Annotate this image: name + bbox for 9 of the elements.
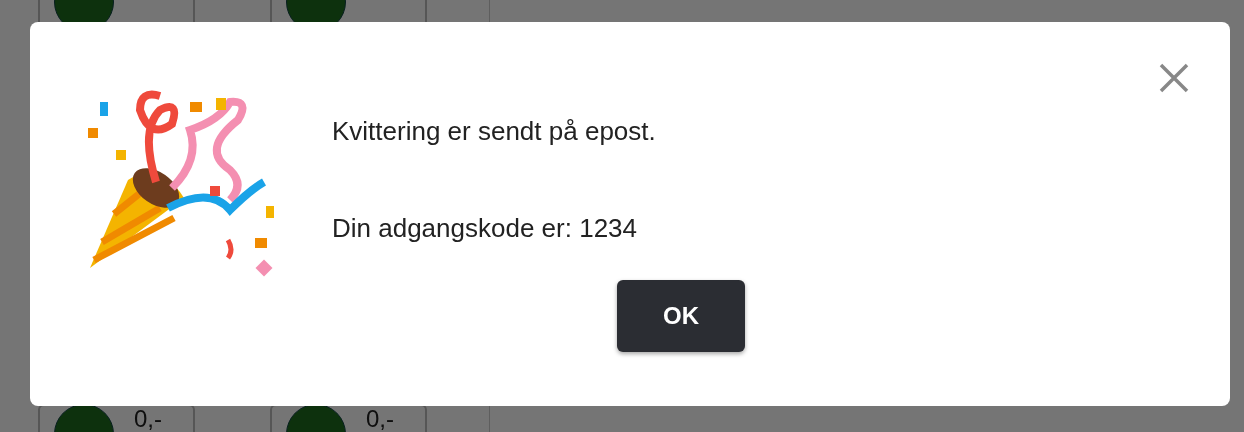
- close-icon: [1158, 62, 1190, 94]
- close-button[interactable]: [1158, 62, 1190, 94]
- dialog-message: Din adgangskode er: 1234: [332, 213, 638, 245]
- product-tile[interactable]: 0,-: [38, 404, 195, 432]
- price-text: 0,-: [134, 406, 162, 432]
- product-tile[interactable]: 0,-: [270, 404, 427, 432]
- ok-button[interactable]: OK: [617, 280, 745, 353]
- price-text: 0,-: [366, 406, 394, 432]
- dialog-message: Kvittering er sendt på epost.: [332, 116, 657, 148]
